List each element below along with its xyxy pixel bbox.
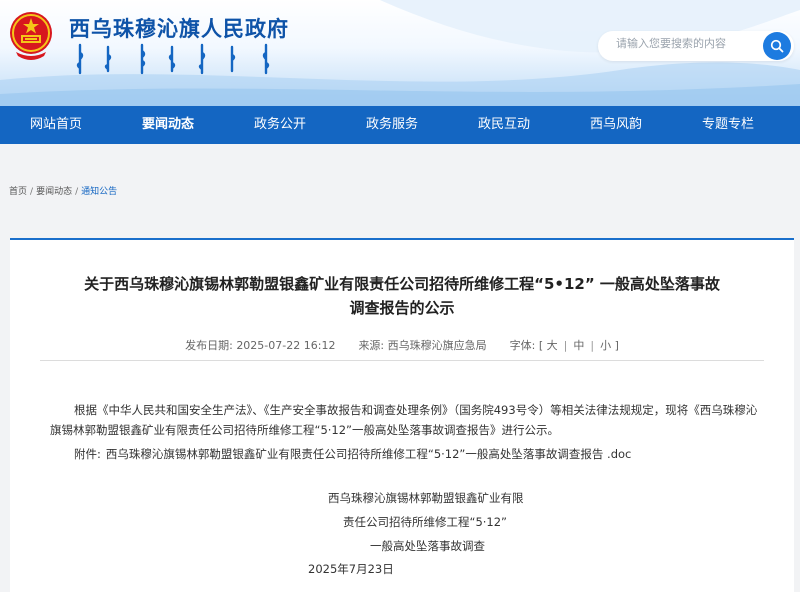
breadcrumb-separator: / (30, 187, 34, 197)
search-input[interactable] (616, 37, 756, 50)
site-title: 西乌珠穆沁旗人民政府 (69, 17, 289, 41)
font-size-separator: | (590, 339, 595, 352)
article-paragraph: 根据《中华人民共和国安全生产法》、《生产安全事故报告和调查处理条例》（国务院49… (50, 403, 758, 437)
meta-divider (40, 360, 764, 361)
search-button[interactable] (763, 32, 791, 60)
date-label: 发布日期: (185, 339, 233, 352)
nav-item-culture[interactable]: 西乌风韵 (560, 106, 672, 144)
attachment-label: 附件: (74, 447, 101, 461)
publish-date: 2025-07-22 16:12 (236, 339, 336, 352)
nav-item-interaction[interactable]: 政民互动 (448, 106, 560, 144)
header-banner: 西乌珠穆沁旗人民政府 (0, 0, 800, 106)
main-nav: 网站首页 要闻动态 政务公开 政务服务 政民互动 西乌风韵 专题专栏 (0, 106, 800, 144)
attachment-link[interactable]: 西乌珠穆沁旗锡林郭勒盟银鑫矿业有限责任公司招待所维修工程“5·12”一般高处坠落… (106, 447, 632, 461)
national-emblem-icon (10, 12, 52, 60)
font-size-separator: | (563, 339, 568, 352)
source-value: 西乌珠穆沁旗应急局 (387, 339, 487, 352)
breadcrumb-notices[interactable]: 通知公告 (81, 187, 117, 197)
font-size-label: 字体: (509, 339, 536, 352)
article-title: 关于西乌珠穆沁旗锡林郭勒盟银鑫矿业有限责任公司招待所维修工程“5•12” 一般高… (30, 272, 774, 320)
article-title-line-1: 关于西乌珠穆沁旗锡林郭勒盟银鑫矿业有限责任公司招待所维修工程“5•12” 一般高… (84, 275, 720, 293)
breadcrumb-separator: / (75, 187, 79, 197)
attachment-line: 附件: 西乌珠穆沁旗锡林郭勒盟银鑫矿业有限责任公司招待所维修工程“5·12”一般高… (50, 444, 766, 464)
article-card: 关于西乌珠穆沁旗锡林郭勒盟银鑫矿业有限责任公司招待所维修工程“5•12” 一般高… (10, 238, 794, 592)
search-box (598, 31, 794, 61)
breadcrumb: 首页 / 要闻动态 / 通知公告 (9, 184, 117, 197)
signature-date: 2025年7月23日 (308, 562, 394, 576)
search-icon (770, 39, 784, 53)
font-size-medium-button[interactable]: 中 (573, 339, 584, 352)
font-size-bracket-open: [ (538, 339, 544, 352)
font-size-bracket-close: ] (614, 339, 619, 352)
nav-item-government-affairs[interactable]: 政务公开 (224, 106, 336, 144)
signature-line-3: 一般高处坠落事故调查 (370, 539, 485, 553)
font-size-small-button[interactable]: 小 (600, 339, 611, 352)
article-meta: 发布日期: 2025-07-22 16:12 来源: 西乌珠穆沁旗应急局 字体:… (10, 337, 794, 353)
breadcrumb-news[interactable]: 要闻动态 (36, 187, 72, 197)
nav-item-news[interactable]: 要闻动态 (112, 106, 224, 144)
mongolian-script-title (76, 43, 270, 75)
signature-line-1: 西乌珠穆沁旗锡林郭勒盟银鑫矿业有限 (328, 491, 524, 505)
nav-item-government-services[interactable]: 政务服务 (336, 106, 448, 144)
signature-line-2: 责任公司招待所维修工程“5·12” (343, 515, 508, 529)
nav-item-special-topics[interactable]: 专题专栏 (672, 106, 784, 144)
font-size-large-button[interactable]: 大 (547, 339, 558, 352)
breadcrumb-home[interactable]: 首页 (9, 187, 27, 197)
article-title-line-2: 调查报告的公示 (349, 299, 455, 317)
nav-item-home[interactable]: 网站首页 (0, 106, 112, 144)
source-label: 来源: (358, 339, 385, 352)
